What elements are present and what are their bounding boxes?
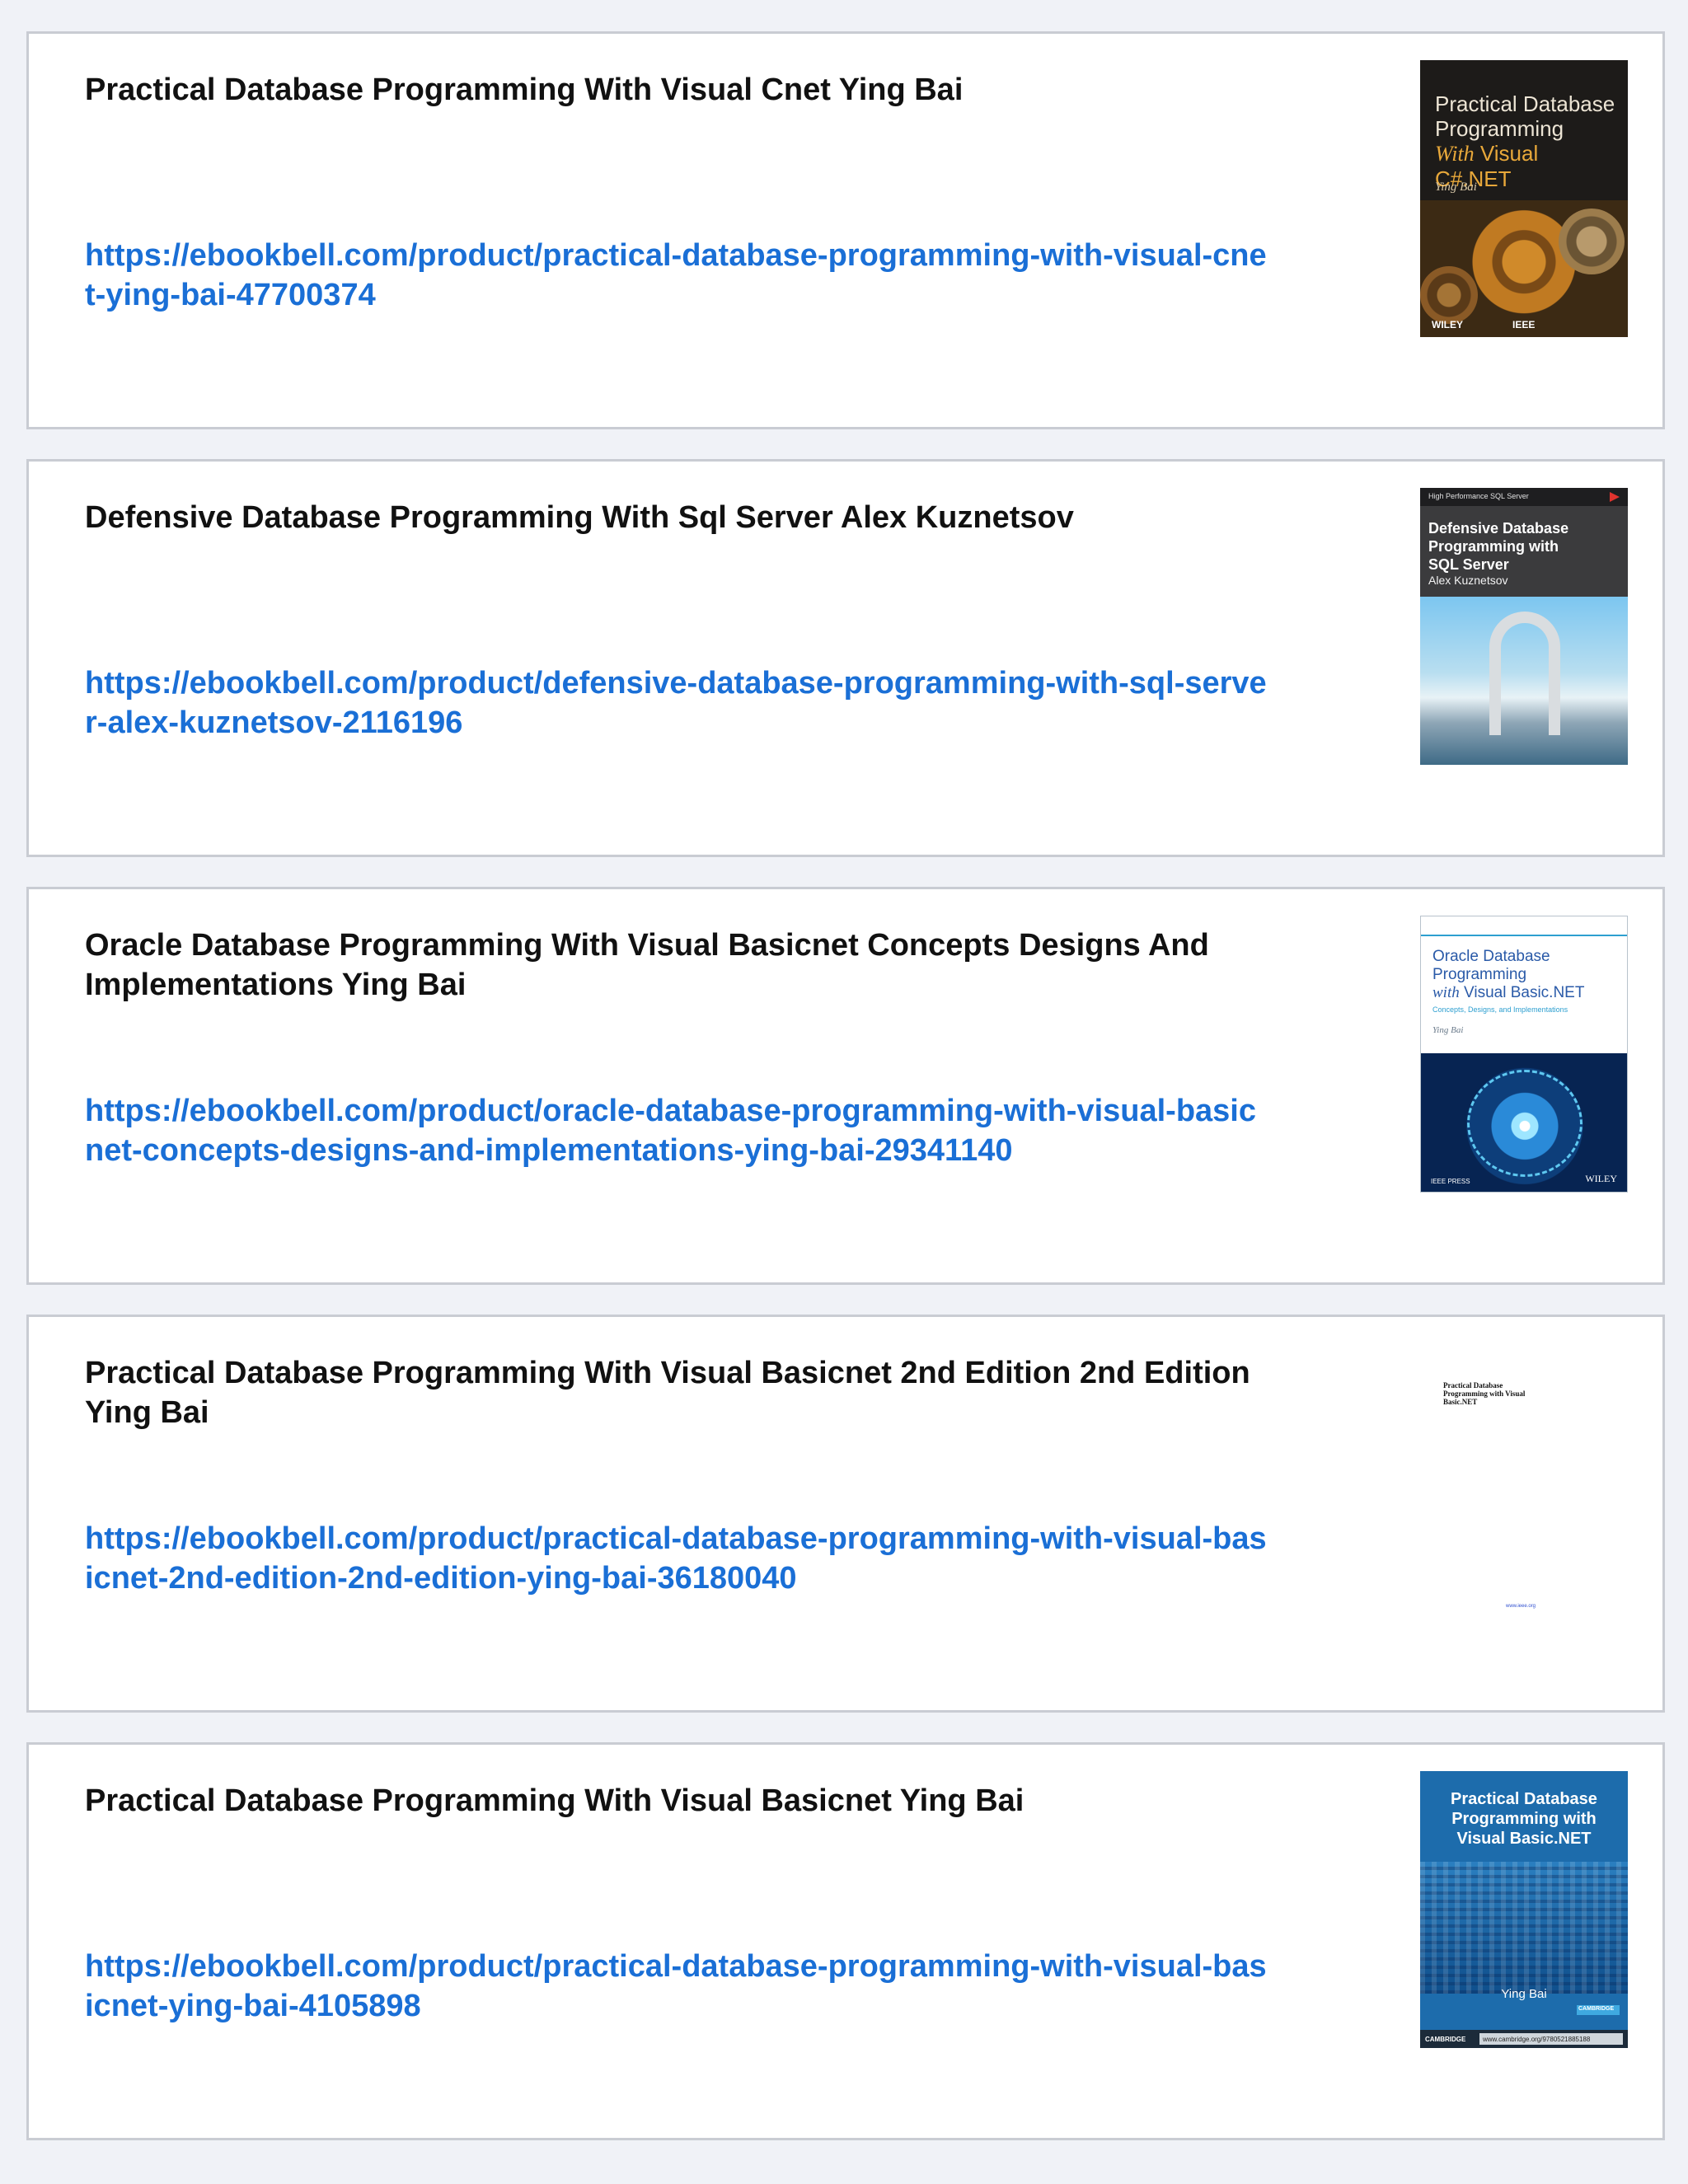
cover-title: Defensive Database Programming with SQL … — [1428, 520, 1569, 573]
book-title: Practical Database Programming With Visu… — [85, 1783, 1025, 1818]
book-cover-image[interactable]: High Performance SQL Server Defensive Da… — [1420, 488, 1628, 765]
publisher-logo-icon — [1610, 492, 1620, 502]
cover-url: www.cambridge.org/9780521885188 — [1483, 2036, 1591, 2043]
cover-author: Ying Bai — [1501, 1987, 1547, 2001]
cover-title: Practical Database Programming With Visu… — [1435, 91, 1615, 191]
book-cover-image[interactable]: Practical Database Programming with Visu… — [1420, 1343, 1628, 1620]
book-cover-image[interactable]: Practical Database Programming with Visu… — [1420, 1771, 1628, 2048]
ieee-logo: IEEE — [1512, 319, 1536, 330]
book-card: Defensive Database Programming With Sql … — [26, 459, 1665, 857]
book-cover-image[interactable]: Oracle Database Programming with Visual … — [1420, 916, 1628, 1193]
ring-icon — [1467, 1070, 1582, 1177]
book-link[interactable]: https://ebookbell.com/product/practical-… — [85, 1519, 1272, 1598]
imprint-logo: IEEE PRESS — [1431, 1178, 1470, 1185]
book-card: Practical Database Programming With Visu… — [26, 1742, 1665, 2140]
cover-author: Ying Bai — [1432, 1025, 1464, 1035]
cover-link: www.ieee.org — [1506, 1604, 1536, 1609]
cover-title: Practical Database Programming with Visu… — [1451, 1790, 1597, 1848]
gear-icon — [1559, 209, 1625, 274]
cover-title: Practical Database Programming with Visu… — [1443, 1381, 1526, 1406]
cover-author: Alex Kuznetsov — [1428, 574, 1508, 587]
book-title: Oracle Database Programming With Visual … — [85, 928, 1209, 1002]
circuit-illustration — [1420, 1862, 1628, 1994]
publisher-logo: CAMBRIDGE — [1425, 2036, 1466, 2043]
book-link[interactable]: https://ebookbell.com/product/practical-… — [85, 236, 1272, 315]
publisher-badge: CAMBRIDGE — [1578, 2006, 1615, 2012]
book-title: Practical Database Programming With Visu… — [85, 1356, 1250, 1430]
cover-subtitle: Concepts, Designs, and Implementations — [1432, 1005, 1568, 1014]
book-card: Practical Database Programming With Visu… — [26, 1315, 1665, 1713]
publisher-logo: WILEY — [1432, 319, 1463, 330]
book-title: Practical Database Programming With Visu… — [85, 73, 964, 107]
book-card: Practical Database Programming With Visu… — [26, 31, 1665, 429]
book-cover-image[interactable]: Practical Database Programming With Visu… — [1420, 60, 1628, 337]
book-card: Oracle Database Programming With Visual … — [26, 887, 1665, 1285]
book-link[interactable]: https://ebookbell.com/product/practical-… — [85, 1947, 1272, 2026]
cover-title: Oracle Database Programming with Visual … — [1432, 948, 1585, 1001]
book-link[interactable]: https://ebookbell.com/product/oracle-dat… — [85, 1091, 1272, 1170]
arch-icon — [1489, 612, 1560, 735]
publisher-logo: WILEY — [1585, 1173, 1617, 1184]
cover-series: High Performance SQL Server — [1428, 492, 1529, 500]
gear-icon — [1420, 266, 1478, 324]
book-title: Defensive Database Programming With Sql … — [85, 500, 1074, 535]
cover-author: Ying Bai — [1435, 180, 1477, 194]
book-link[interactable]: https://ebookbell.com/product/defensive-… — [85, 663, 1272, 743]
